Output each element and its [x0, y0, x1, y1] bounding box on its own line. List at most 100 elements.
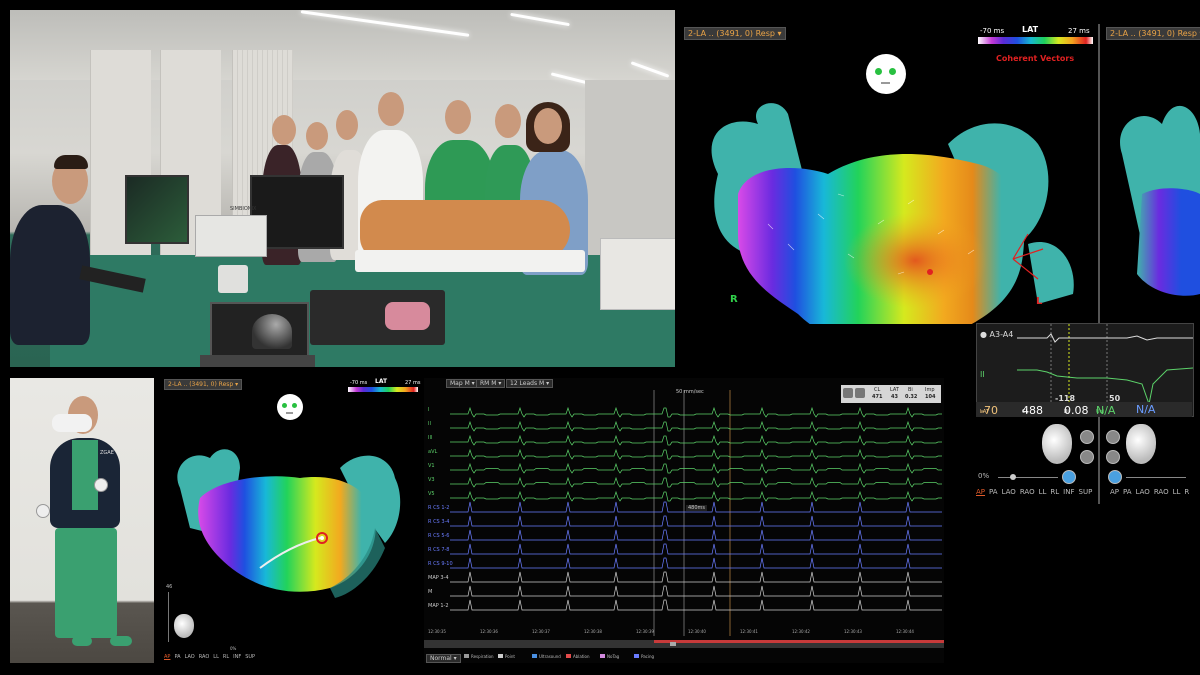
view-pa-button[interactable]: PA	[174, 654, 180, 660]
heart-orientation-icon-right[interactable]	[1126, 424, 1156, 464]
na-readout-1: N/A Uni	[1096, 404, 1116, 417]
vr-controller-right	[94, 478, 108, 492]
trace-r-cs-9-10	[450, 557, 942, 569]
laptop-screen	[210, 302, 309, 361]
legend-item[interactable]: Respiration	[464, 654, 494, 659]
right-atrium-mesh[interactable]	[1102, 24, 1200, 324]
cl-readout: 488 CL	[1022, 404, 1043, 417]
view-rl-button[interactable]: RL	[1050, 488, 1059, 496]
bottom-zoom-level: 0%	[230, 646, 237, 651]
time-tick-label: 12:30:41	[740, 629, 758, 634]
left-atrium-mesh[interactable]	[678, 24, 1098, 324]
zoom-slider[interactable]	[998, 474, 1058, 480]
view-rao-button[interactable]: RAO	[199, 654, 210, 660]
channel-label[interactable]: III	[428, 436, 432, 441]
left-orientation-label: L	[1036, 296, 1043, 307]
view-pa-button[interactable]: PA	[989, 488, 998, 496]
time-tick-label: 12:30:36	[480, 629, 498, 634]
channel-label[interactable]: V5	[428, 492, 435, 497]
right-3d-map: 2-LA .. (3491, 0) Resp ▾	[1102, 24, 1200, 324]
laptop-base	[200, 355, 315, 367]
trace-r-cs-7-8	[450, 543, 942, 555]
channel-label[interactable]: R CS 3-4	[428, 520, 449, 525]
scale-top: 46	[166, 584, 173, 590]
time-tick-label: 12:30:39	[636, 629, 654, 634]
reset-view-button-right[interactable]	[1108, 470, 1122, 484]
bottom-view-buttons: AP PA LAO RAO LL RL INF SUP	[164, 654, 259, 660]
person-head	[306, 122, 328, 150]
rotate-control[interactable]	[1080, 450, 1094, 464]
scale-bar[interactable]	[168, 592, 169, 642]
zoom-slider-right[interactable]	[1126, 477, 1186, 478]
heart-orientation-icon[interactable]	[174, 614, 194, 638]
view-r-button[interactable]: R	[1184, 488, 1189, 496]
trace-map-1-2	[450, 599, 942, 611]
person-head	[495, 104, 521, 138]
trace-r-cs-3-4	[450, 515, 942, 527]
view-ll-button[interactable]: LL	[1039, 488, 1047, 496]
legend-item[interactable]: Ultrasound	[532, 654, 561, 659]
view-inf-button[interactable]: INF	[233, 654, 241, 660]
heart-orientation-icon[interactable]	[1042, 424, 1072, 464]
channel-label[interactable]: II	[428, 422, 431, 427]
view-pa-button[interactable]: PA	[1123, 488, 1132, 496]
reset-view-button[interactable]	[1062, 470, 1076, 484]
channel-label[interactable]: R CS 1-2	[428, 506, 449, 511]
legend-item[interactable]: NoTag	[600, 654, 619, 659]
trace-map-3-4	[450, 571, 942, 583]
bottom-3d-map: 2-LA .. (3491, 0) Resp ▾ -70 ms LAT 27 m…	[160, 378, 422, 663]
view-rao-button[interactable]: RAO	[1020, 488, 1035, 496]
channel-label[interactable]: MAP 1-2	[428, 604, 449, 609]
channel-label[interactable]: V1	[428, 464, 435, 469]
orientation-controls-top: 0% AP PA LAO RAO LL RL INF SUP AP PA LAO RAO LL R	[976, 420, 1192, 500]
time-tick-label: 12:30:37	[532, 629, 550, 634]
mannequin-bed	[355, 250, 585, 272]
view-lao-button[interactable]: LAO	[185, 654, 195, 660]
view-rl-button[interactable]: RL	[223, 654, 229, 660]
time-tick-label: 12:30:35	[428, 629, 446, 634]
bottom-atrium-mesh[interactable]	[160, 378, 422, 663]
channel-label[interactable]: V3	[428, 478, 435, 483]
person-head	[336, 110, 358, 140]
legend-item[interactable]: Ablation	[566, 654, 590, 659]
ecg-traces	[1017, 324, 1193, 404]
view-inf-button[interactable]: INF	[1063, 488, 1074, 496]
trace-m	[450, 585, 942, 597]
channel-label[interactable]: I	[428, 408, 429, 413]
view-ll-button[interactable]: LL	[213, 654, 219, 660]
rotate-control[interactable]	[1080, 430, 1094, 444]
view-ap-button[interactable]: AP	[1110, 488, 1119, 496]
shoe	[72, 636, 92, 646]
channel-label[interactable]: MAP 3-4	[428, 576, 449, 581]
channel-label[interactable]: R CS 5-6	[428, 534, 449, 539]
view-lao-button[interactable]: LAO	[1002, 488, 1016, 496]
view-rao-button[interactable]: RAO	[1154, 488, 1169, 496]
person-head	[445, 100, 471, 134]
rotate-control[interactable]	[1106, 450, 1120, 464]
timeline-scrollbar[interactable]	[424, 640, 944, 648]
person-head	[534, 108, 562, 144]
channel-label[interactable]: R CS 9-10	[428, 562, 453, 567]
channel-label[interactable]: R CS 7-8	[428, 548, 449, 553]
ep-recording-panel: Map M ▾ RM M ▾ 12 Leads M ▾ 50 mm/sec CL…	[424, 378, 944, 663]
zoom-level: 0%	[978, 472, 990, 480]
channel-label[interactable]: M	[428, 590, 432, 595]
view-lao-button[interactable]: LAO	[1136, 488, 1150, 496]
view-sup-button[interactable]: SUP	[245, 654, 255, 660]
view-ll-button[interactable]: LL	[1173, 488, 1181, 496]
time-tick-label: 12:30:44	[896, 629, 914, 634]
small-device	[218, 265, 248, 293]
channel-label[interactable]: aVL	[428, 450, 437, 455]
view-ap-button[interactable]: AP	[976, 488, 985, 496]
scrub-pants	[55, 528, 117, 638]
trace-v5	[450, 490, 942, 502]
cart	[600, 238, 675, 310]
view-sup-button[interactable]: SUP	[1079, 488, 1093, 496]
view-ap-button[interactable]: AP	[164, 654, 170, 660]
rotate-control[interactable]	[1106, 430, 1120, 444]
view-mode-dropdown[interactable]: Normal ▾	[426, 654, 461, 663]
legend-item[interactable]: Point	[498, 654, 515, 659]
legend-item[interactable]: Pacing	[634, 654, 654, 659]
lat-readout: -70 LAT	[980, 404, 998, 417]
person-head	[378, 92, 404, 126]
